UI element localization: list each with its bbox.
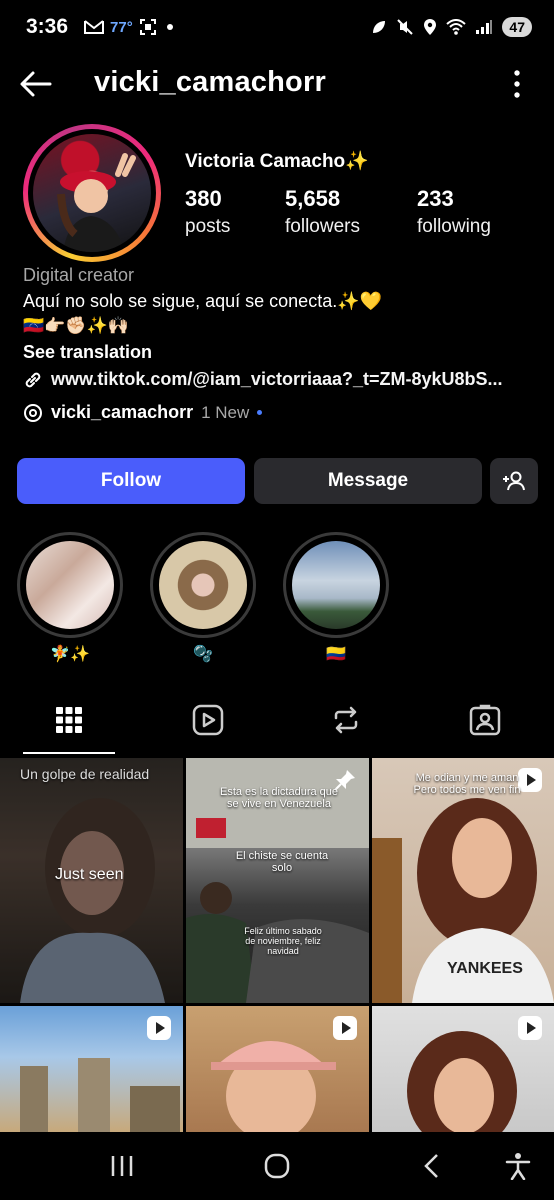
post-thumbnail[interactable] [186, 1006, 369, 1134]
recent-apps-icon [111, 1156, 133, 1176]
posts-label: posts [185, 216, 231, 237]
following-label: following [417, 216, 491, 237]
suggested-users-button[interactable] [490, 458, 538, 504]
see-translation-link[interactable]: See translation [23, 342, 543, 363]
link-icon [25, 372, 41, 387]
svg-text:YANKEES: YANKEES [447, 960, 523, 977]
post-caption-overlay: Esta es la dictadura que se vive en Vene… [219, 786, 339, 810]
leaf-icon [373, 21, 386, 33]
reel-icon [333, 1016, 357, 1040]
system-navigation-bar [0, 1132, 554, 1200]
posts-count: 380 [185, 186, 222, 211]
notification-dot-icon [166, 24, 173, 30]
reposts-icon [334, 706, 358, 734]
mute-icon [397, 19, 414, 35]
accessibility-icon [505, 1153, 531, 1180]
bio-text: Aquí no solo se sigue, aquí se conecta.✨… [23, 291, 383, 311]
post-thumbnail[interactable]: Esta es la dictadura que se vive en Vene… [186, 758, 369, 1003]
tab-tagged[interactable] [465, 700, 505, 740]
following-count: 233 [417, 186, 454, 211]
post-thumbnail[interactable] [372, 1006, 554, 1134]
more-vertical-icon [514, 70, 520, 98]
home-button[interactable] [259, 1150, 295, 1182]
follow-button[interactable]: Follow [17, 458, 245, 504]
posts-grid: Un golpe de realidad Just seen Esta es l… [0, 758, 554, 1134]
chevron-left-icon [424, 1154, 438, 1178]
back-button[interactable] [18, 66, 54, 102]
followers-label: followers [285, 216, 360, 237]
battery-indicator: 47 [502, 17, 532, 37]
post-thumbnail[interactable]: Un golpe de realidad Just seen [0, 758, 183, 1003]
story-highlight[interactable]: 🇨🇴 [283, 532, 389, 664]
reel-icon [518, 1016, 542, 1040]
location-icon [424, 19, 437, 35]
threads-icon [24, 403, 42, 422]
screenshot-icon [139, 19, 156, 35]
following-stat[interactable]: 233 following [417, 186, 491, 238]
post-caption-overlay: Feliz último sabado de noviembre, feliz … [244, 926, 322, 956]
back-arrow-icon [20, 71, 52, 97]
system-back-button[interactable] [414, 1150, 450, 1182]
active-tab-indicator [23, 752, 115, 754]
bio: Digital creator Aquí no solo se sigue, a… [23, 265, 543, 390]
wifi-icon [446, 19, 467, 35]
post-thumbnail[interactable] [0, 1006, 183, 1134]
followers-count: 5,658 [285, 186, 341, 211]
grid-icon [56, 707, 82, 733]
reels-icon [192, 704, 224, 736]
profile-header: vicki_camachorr [0, 60, 554, 108]
story-highlight[interactable]: 🧚✨ [17, 532, 123, 664]
highlight-label: 🧚✨ [50, 646, 90, 663]
post-thumbnail[interactable]: YANKEES Me odian y me aman Pero todos me… [372, 758, 554, 1003]
new-indicator-dot [257, 410, 263, 415]
accessibility-button[interactable] [500, 1150, 536, 1182]
clock: 3:36 [26, 15, 69, 38]
avatar-image [33, 134, 151, 252]
temperature: 77° [110, 18, 133, 36]
home-icon [264, 1153, 290, 1179]
display-name: Victoria Camacho✨ [185, 151, 369, 172]
message-button[interactable]: Message [254, 458, 482, 504]
just-seen-label: Just seen [55, 866, 124, 883]
profile-link-text: www.tiktok.com/@iam_victorriaaa?_t=ZM-8y… [51, 369, 503, 389]
gmail-icon [84, 20, 105, 34]
tab-posts-grid[interactable] [49, 700, 89, 740]
tagged-icon [469, 704, 501, 736]
highlight-cover [292, 541, 380, 629]
threads-badge[interactable]: vicki_camachorr 1 New [23, 402, 263, 423]
recent-apps-button[interactable] [104, 1150, 140, 1182]
tab-reposts[interactable] [326, 700, 366, 740]
highlight-label: 🇨🇴 [326, 646, 346, 663]
threads-username: vicki_camachorr [51, 402, 194, 422]
post-caption-overlay: El chiste se cuenta solo [235, 850, 329, 874]
story-highlight[interactable]: 🫧 [150, 532, 256, 664]
posts-stat[interactable]: 380 posts [185, 186, 230, 238]
profile-link[interactable]: www.tiktok.com/@iam_victorriaaa?_t=ZM-8y… [23, 369, 543, 390]
profile-tabs [0, 692, 554, 754]
threads-new-label: 1 New [201, 402, 250, 422]
avatar[interactable] [23, 124, 161, 262]
page-title: vicki_camachorr [94, 66, 326, 98]
highlight-label: 🫧 [193, 646, 213, 663]
status-bar: 3:36 77° 47 [0, 0, 554, 54]
highlight-cover [26, 541, 114, 629]
followers-stat[interactable]: 5,658 followers [285, 186, 360, 238]
add-person-icon [503, 471, 525, 491]
signal-icon [476, 20, 493, 34]
post-caption-overlay: Un golpe de realidad [20, 766, 150, 782]
post-caption-overlay: Me odian y me aman Pero todos me ven fin [413, 772, 521, 796]
category-label: Digital creator [23, 265, 135, 285]
more-options-button[interactable] [512, 68, 522, 100]
bio-emojis: 🇻🇪👉🏻✊🏻✨🙌🏻 [23, 316, 129, 335]
reel-icon [147, 1016, 171, 1040]
highlight-cover [159, 541, 247, 629]
tab-reels[interactable] [188, 700, 228, 740]
